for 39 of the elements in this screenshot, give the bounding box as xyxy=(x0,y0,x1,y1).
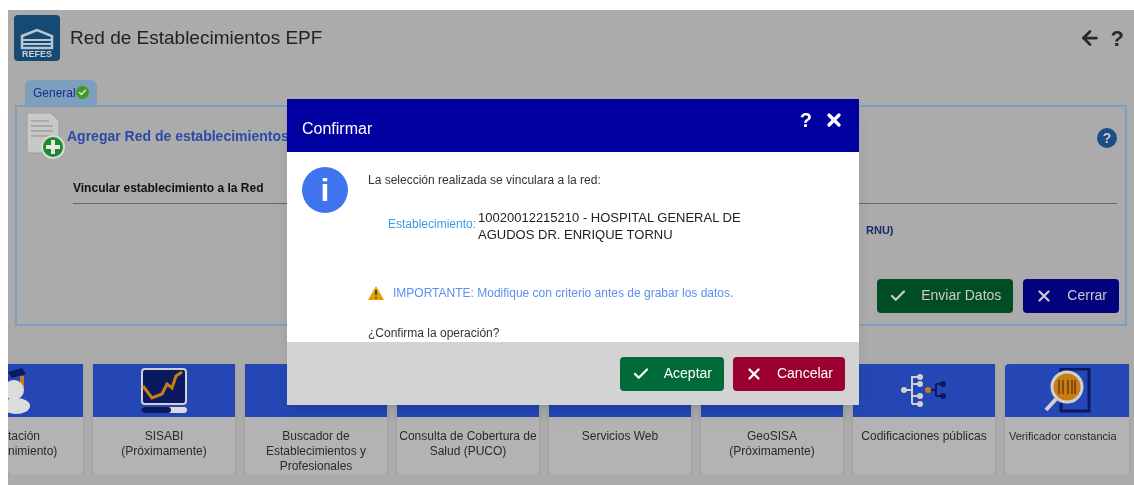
field-value: 10020012215210 - HOSPITAL GENERAL DE AGUDOS DR. ENRIQUE TORNU xyxy=(478,209,742,244)
warning-icon xyxy=(368,286,384,301)
panel-title: Agregar Red de establecimientos xyxy=(67,126,289,146)
field-label: Vincular establecimiento a la Red xyxy=(73,180,264,197)
tree-diagram-icon xyxy=(900,373,948,408)
service-tile[interactable]: tación nimiento) xyxy=(8,364,83,475)
tile-label: GeoSISA (Próximamente) xyxy=(728,429,816,459)
building-icon xyxy=(20,28,54,50)
cancel-button[interactable]: Cancelar xyxy=(732,356,845,391)
tile-label: SISABI (Próximamente) xyxy=(120,429,208,459)
tile-label: Codificaciones públicas xyxy=(860,429,988,444)
field-label: Establecimiento: xyxy=(388,216,477,234)
help-icon[interactable]: ? xyxy=(1097,128,1117,148)
accept-button[interactable]: Aceptar xyxy=(619,356,724,391)
close-button[interactable]: Cerrar xyxy=(1023,278,1119,313)
service-tile[interactable]: Codificaciones públicas xyxy=(853,364,995,475)
send-button[interactable]: Enviar Datos xyxy=(877,278,1014,313)
tile-label: Verificador constancia xyxy=(1008,429,1118,444)
help-mark[interactable]: ? xyxy=(799,104,812,135)
service-tile[interactable]: SISABI (Próximamente) xyxy=(93,364,235,475)
help-mark[interactable]: ? xyxy=(1110,21,1124,55)
dialog-title: Confirmar xyxy=(302,118,373,139)
tab[interactable]: General xyxy=(25,80,97,105)
check-badge-icon xyxy=(75,86,89,99)
service-tile[interactable]: Verificador constancia xyxy=(1005,364,1129,475)
document-add-icon xyxy=(25,113,67,159)
tile-label: Servicios Web xyxy=(580,429,660,444)
confirm-question: ¿Confirma la operación? xyxy=(368,325,501,343)
page-title: Red de Establecimientos EPF xyxy=(70,25,323,50)
warning-text: IMPORTANTE: Modifique con criterio antes de grabar los datos. xyxy=(393,285,734,303)
dialog-message: La selección realizada se vinculara a la red: xyxy=(368,172,602,190)
magnifier-barcode-icon xyxy=(1043,367,1091,414)
tile-label: Consulta de Cobertura de Salud (PUCO) xyxy=(398,429,538,459)
tile-label: tación nimiento) xyxy=(8,429,59,459)
tile-label: Buscador de Establecimientos y Profesionales xyxy=(264,429,367,474)
info-icon: i xyxy=(302,167,348,214)
logo-text: REFES xyxy=(22,50,52,59)
field-value: RNU) xyxy=(866,223,894,238)
monitor-chart-icon xyxy=(140,367,188,414)
